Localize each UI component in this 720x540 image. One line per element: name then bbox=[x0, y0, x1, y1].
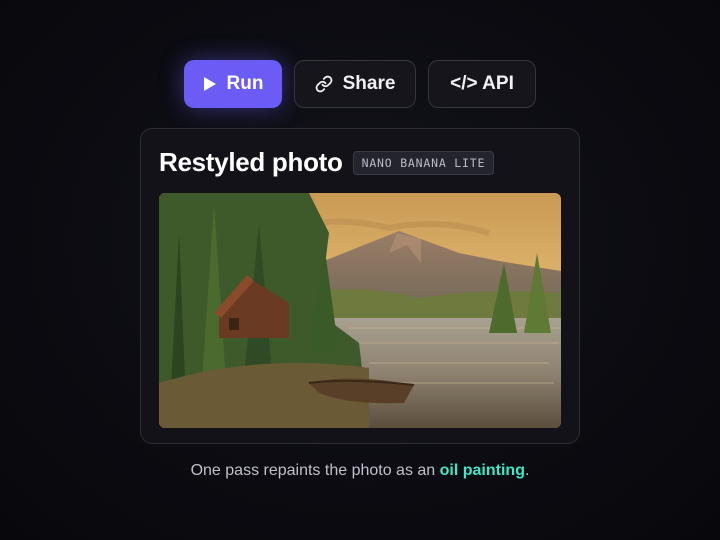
run-button[interactable]: Run bbox=[184, 60, 282, 108]
api-button[interactable]: </> API bbox=[428, 60, 536, 108]
card-title: Restyled photo bbox=[159, 147, 343, 177]
card-header: Restyled photo NANO BANANA LITE bbox=[159, 147, 495, 178]
share-button[interactable]: Share bbox=[294, 60, 416, 108]
caption: One pass repaints the photo as an oil pa… bbox=[0, 462, 720, 480]
model-badge: NANO BANANA LITE bbox=[352, 150, 495, 175]
result-card: Restyled photo NANO BANANA LITE bbox=[140, 128, 580, 444]
toolbar: Run Share </> API bbox=[184, 60, 536, 108]
run-button-label: Run bbox=[226, 73, 264, 94]
restyled-image bbox=[159, 193, 561, 428]
caption-suffix: . bbox=[524, 462, 530, 479]
link-icon bbox=[315, 75, 333, 93]
caption-prefix: One pass repaints the photo as an bbox=[190, 462, 440, 479]
api-button-label: </> API bbox=[450, 73, 514, 94]
caption-highlight: oil painting bbox=[439, 462, 525, 479]
play-icon bbox=[203, 76, 217, 92]
share-button-label: Share bbox=[342, 73, 396, 94]
